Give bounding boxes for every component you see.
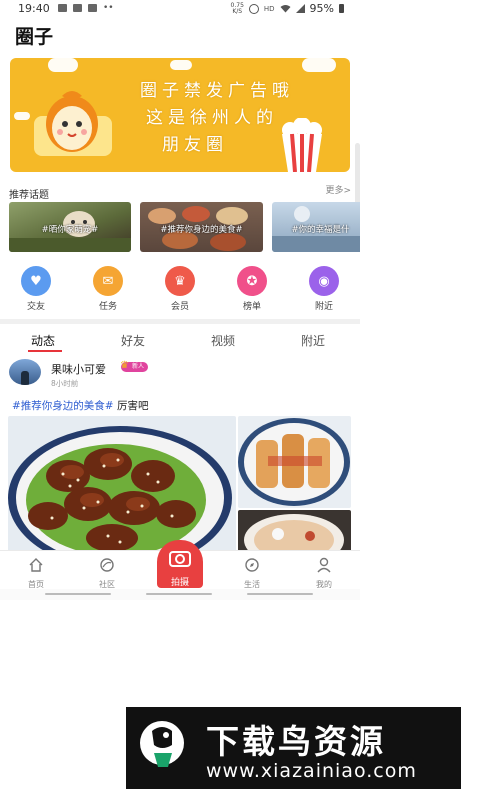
cloud-decoration [302, 58, 336, 72]
more-notifications-icon: •• [103, 3, 114, 13]
tab-dynamic[interactable]: 动态 [31, 332, 55, 349]
page-title: 圈子 [15, 26, 54, 48]
quick-label: 交友 [26, 302, 45, 312]
gallery-icon [58, 4, 67, 12]
nav-life[interactable]: 生活 [232, 557, 272, 590]
quick-label: 附近 [314, 302, 333, 312]
topics-header: 推荐话题 更多> [9, 183, 351, 201]
app-screen: 19:40 •• 0.75 K/S HD 95% 圈子 圈子禁发广告哦 这是徐州… [0, 0, 360, 600]
mascot-illustration [34, 91, 112, 156]
capture-button[interactable]: 拍摄 [157, 540, 203, 588]
capture-label: 拍摄 [170, 578, 189, 588]
crown-icon: ♛ [120, 360, 129, 371]
user-level-badge: ♛ 新人 [120, 360, 149, 372]
nav-home[interactable]: 首页 [16, 557, 56, 590]
quick-label: 任务 [98, 302, 117, 312]
post-username[interactable]: 果味小可爱 [51, 361, 106, 377]
system-icons: 0.75 K/S HD 95% [231, 2, 344, 15]
quick-membership[interactable]: ♛ 会员 [155, 266, 205, 312]
cloud-decoration [170, 60, 192, 70]
medal-icon: ✪ [237, 266, 267, 296]
fried-food-photo [238, 416, 351, 508]
quick-friends[interactable]: ♥ 交友 [11, 266, 61, 312]
wechat-icon [88, 4, 97, 12]
cloud-decoration [14, 112, 30, 120]
bird-logo-icon [140, 721, 184, 767]
quick-tasks[interactable]: ✉ 任务 [83, 266, 133, 312]
system-nav-bar [0, 589, 360, 600]
topic-card[interactable]: #推荐你身边的美食# [140, 202, 263, 252]
camera-icon [169, 551, 191, 567]
compass-icon [245, 558, 259, 572]
section-divider [0, 319, 360, 324]
food-photo [8, 416, 236, 556]
topic-card[interactable]: #晒你家萌宠# [9, 202, 131, 252]
system-nav-back[interactable] [45, 593, 111, 595]
location-icon: ◉ [309, 266, 339, 296]
hd-icon: HD [263, 4, 275, 13]
avatar[interactable] [9, 359, 41, 385]
banner-line-1: 圈子禁发广告哦 [140, 81, 294, 101]
heart-icon: ♥ [21, 266, 51, 296]
quick-ranking[interactable]: ✪ 榜单 [227, 266, 277, 312]
tab-friends[interactable]: 好友 [121, 332, 145, 349]
nav-me[interactable]: 我的 [304, 557, 344, 590]
net-speed: 0.75 K/S [230, 1, 244, 15]
nav-community[interactable]: 社区 [87, 557, 127, 590]
post-image-main[interactable] [8, 416, 236, 556]
topics-row: #晒你家萌宠# #推荐你身边的美食# #你的幸福是什 [9, 202, 360, 254]
topic-card[interactable]: #你的幸福是什 [272, 202, 360, 252]
community-icon [100, 558, 114, 572]
banner-line-3: 朋友圈 [162, 135, 228, 155]
signal-icon [295, 4, 305, 13]
battery-icon [339, 4, 344, 13]
crown-icon: ♛ [165, 266, 195, 296]
tab-nearby[interactable]: 附近 [301, 332, 325, 349]
quick-label: 榜单 [242, 302, 261, 312]
popcorn-illustration [282, 118, 322, 172]
notification-icons: •• [58, 3, 114, 13]
system-nav-home[interactable] [146, 593, 212, 595]
photo-icon [73, 4, 82, 12]
home-icon [29, 558, 43, 572]
feed-tabs: 动态 好友 视频 附近 [0, 326, 360, 352]
battery-percent: 95% [309, 2, 334, 15]
system-nav-recent[interactable] [247, 593, 313, 595]
tab-video[interactable]: 视频 [211, 332, 235, 349]
watermark-url: www.xiazainiao.com [206, 760, 417, 782]
topic-label: #晒你家萌宠# [41, 225, 99, 235]
topic-label: #你的幸福是什 [291, 225, 350, 235]
active-tab-indicator [28, 350, 62, 352]
watermark-title: 下载鸟资源 [206, 722, 386, 761]
quick-label: 会员 [170, 302, 189, 312]
banner-line-2: 这是徐州人的 [146, 108, 278, 128]
profile-icon [317, 557, 331, 573]
status-time: 19:40 [18, 2, 50, 15]
topics-title: 推荐话题 [9, 190, 49, 201]
quick-actions: ♥ 交友 ✉ 任务 ♛ 会员 ✪ 榜单 ◉ 附近 [0, 266, 360, 318]
task-icon: ✉ [93, 266, 123, 296]
post-topic-tag[interactable]: #推荐你身边的美食# [12, 400, 114, 412]
wifi-icon [280, 5, 291, 13]
cloud-decoration [48, 58, 78, 72]
status-bar: 19:40 •• 0.75 K/S HD 95% [0, 0, 360, 18]
location-status-icon [248, 3, 259, 14]
post-time: 8小时前 [51, 379, 79, 388]
topics-more-link[interactable]: 更多> [325, 183, 351, 196]
watermark: 下载鸟资源 www.xiazainiao.com [126, 707, 461, 789]
post-body: 厉害吧 [113, 400, 149, 412]
promo-banner[interactable]: 圈子禁发广告哦 这是徐州人的 朋友圈 [10, 58, 350, 172]
post-text: #推荐你身边的美食# 厉害吧 [12, 398, 148, 413]
quick-nearby[interactable]: ◉ 附近 [299, 266, 349, 312]
topic-label: #推荐你身边的美食# [160, 225, 243, 235]
post-image-2[interactable] [238, 416, 351, 508]
